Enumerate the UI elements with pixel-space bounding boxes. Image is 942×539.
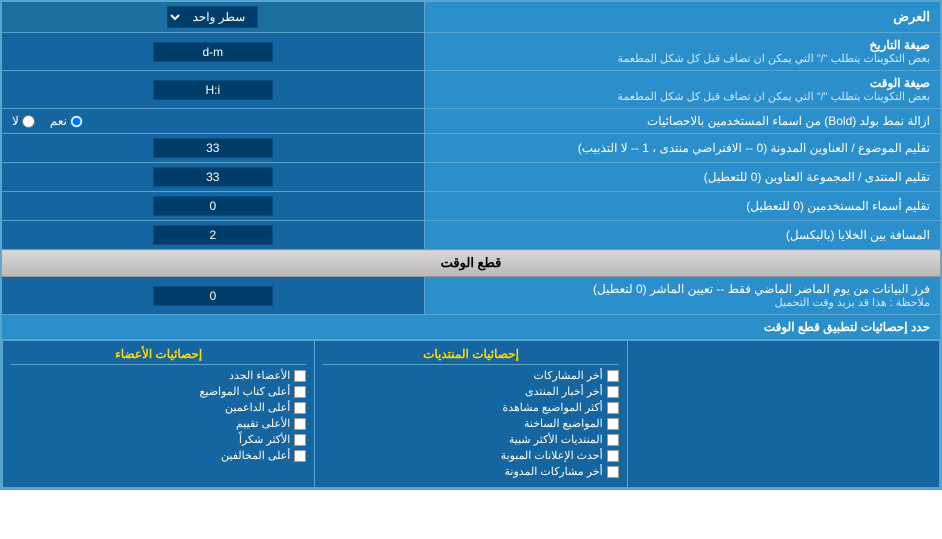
- posts-stat-7: أخر مشاركات المدونة: [323, 465, 618, 478]
- bold-label: ازالة نمط بولد (Bold) من اسماء المستخدمي…: [647, 114, 930, 128]
- members-stat-3: أعلى الداعمين: [11, 401, 306, 414]
- members-stat-5: الأكثر شكراً: [11, 433, 306, 446]
- bold-radio-cell: نعم لا: [2, 109, 425, 134]
- usernames-trim-value-cell: [2, 192, 425, 221]
- date-format-input[interactable]: [153, 42, 273, 62]
- time-format-title: صيغة الوقت: [435, 76, 930, 90]
- subject-order-value-cell: [2, 134, 425, 163]
- bold-yes-radio[interactable]: [70, 115, 83, 128]
- filter-label-cell: فرز البيانات من يوم الماضر الماضي فقط --…: [424, 277, 940, 315]
- checkbox-icon-m5[interactable]: [294, 434, 306, 446]
- time-format-input[interactable]: [153, 80, 273, 100]
- posts-stat-5: المنتديات الأكثر شبية: [323, 433, 618, 446]
- forum-trim-label: تقليم المنتدى / المجموعة العناوين (0 للت…: [704, 170, 930, 184]
- posts-stat-3: أكثر المواضيع مشاهدة: [323, 401, 618, 414]
- members-stat-1: الأعضاء الجدد: [11, 369, 306, 382]
- filter-sublabel: ملاحظة : هذا قد يزيد وقت التحميل: [435, 296, 930, 309]
- members-stat-6: أعلى المخالفين: [11, 449, 306, 462]
- checkbox-icon-6[interactable]: [607, 450, 619, 462]
- bold-no-radio[interactable]: [22, 115, 35, 128]
- date-format-sublabel: بعض التكوينات يتطلب "/" التي يمكن ان تضا…: [435, 52, 930, 65]
- usernames-trim-label-cell: تقليم أسماء المستخدمين (0 للتعطيل): [424, 192, 940, 221]
- posts-stats-header: إحصائيات المنتديات: [323, 347, 618, 365]
- checkbox-icon-m3[interactable]: [294, 402, 306, 414]
- time-format-sublabel: بعض التكوينات يتطلب "/" التي يمكن ان تضا…: [435, 90, 930, 103]
- members-stats-header: إحصائيات الأعضاء: [11, 347, 306, 365]
- bold-no-label[interactable]: لا: [12, 114, 35, 128]
- bold-label-cell: ازالة نمط بولد (Bold) من اسماء المستخدمي…: [424, 109, 940, 134]
- filter-value-input[interactable]: [153, 286, 273, 306]
- forum-trim-value-cell: [2, 163, 425, 192]
- usernames-trim-label: تقليم أسماء المستخدمين (0 للتعطيل): [746, 199, 930, 213]
- filter-value-cell: [2, 277, 425, 315]
- display-section-title: العرض: [424, 2, 940, 33]
- posts-stat-4: المواضيع الساخنة: [323, 417, 618, 430]
- row-type-cell: سطر واحد: [2, 2, 425, 33]
- checkbox-icon-1[interactable]: [607, 370, 619, 382]
- date-format-value-cell: [2, 33, 425, 71]
- checkbox-icon-5[interactable]: [607, 434, 619, 446]
- posts-stat-1: أخر المشاركات: [323, 369, 618, 382]
- posts-stat-6: أحدث الإعلانات المبوبة: [323, 449, 618, 462]
- checkbox-icon-m6[interactable]: [294, 450, 306, 462]
- cell-spacing-label-cell: المسافة بين الخلايا (بالبكسل): [424, 221, 940, 250]
- checkbox-icon-2[interactable]: [607, 386, 619, 398]
- subject-order-label-cell: تقليم الموضوع / العناوين المدونة (0 -- ا…: [424, 134, 940, 163]
- checkbox-icon-m2[interactable]: [294, 386, 306, 398]
- date-format-label-cell: صيغة التاريخ بعض التكوينات يتطلب "/" الت…: [424, 33, 940, 71]
- forum-trim-input[interactable]: [153, 167, 273, 187]
- usernames-trim-input[interactable]: [153, 196, 273, 216]
- posts-stat-2: أخر أخبار المنتدى: [323, 385, 618, 398]
- time-format-value-cell: [2, 71, 425, 109]
- subject-order-label: تقليم الموضوع / العناوين المدونة (0 -- ا…: [578, 141, 930, 155]
- members-stat-4: الأعلى تقييم: [11, 417, 306, 430]
- date-format-title: صيغة التاريخ: [435, 38, 930, 52]
- stats-apply-label: حدد إحصائيات لتطبيق قطع الوقت: [2, 315, 941, 340]
- cell-spacing-input[interactable]: [153, 225, 273, 245]
- members-stat-2: أعلى كتاب المواضيع: [11, 385, 306, 398]
- row-type-select[interactable]: سطر واحد: [167, 6, 258, 28]
- filter-label: فرز البيانات من يوم الماضر الماضي فقط --…: [435, 282, 930, 296]
- checkbox-icon-7[interactable]: [607, 466, 619, 478]
- forum-trim-label-cell: تقليم المنتدى / المجموعة العناوين (0 للت…: [424, 163, 940, 192]
- subject-order-input[interactable]: [153, 138, 273, 158]
- cell-spacing-value-cell: [2, 221, 425, 250]
- realtime-section-title: قطع الوقت: [2, 250, 941, 277]
- checkbox-icon-m4[interactable]: [294, 418, 306, 430]
- time-format-label-cell: صيغة الوقت بعض التكوينات يتطلب "/" التي …: [424, 71, 940, 109]
- checkbox-icon-m1[interactable]: [294, 370, 306, 382]
- stats-apply-note-cell: [627, 341, 939, 488]
- cell-spacing-label: المسافة بين الخلايا (بالبكسل): [786, 228, 930, 242]
- posts-stats-cell: إحصائيات المنتديات أخر المشاركات أخر أخب…: [315, 341, 627, 488]
- checkbox-icon-4[interactable]: [607, 418, 619, 430]
- members-stats-cell: إحصائيات الأعضاء الأعضاء الجدد أعلى كتاب…: [3, 341, 315, 488]
- bold-yes-label[interactable]: نعم: [50, 114, 83, 128]
- checkbox-icon-3[interactable]: [607, 402, 619, 414]
